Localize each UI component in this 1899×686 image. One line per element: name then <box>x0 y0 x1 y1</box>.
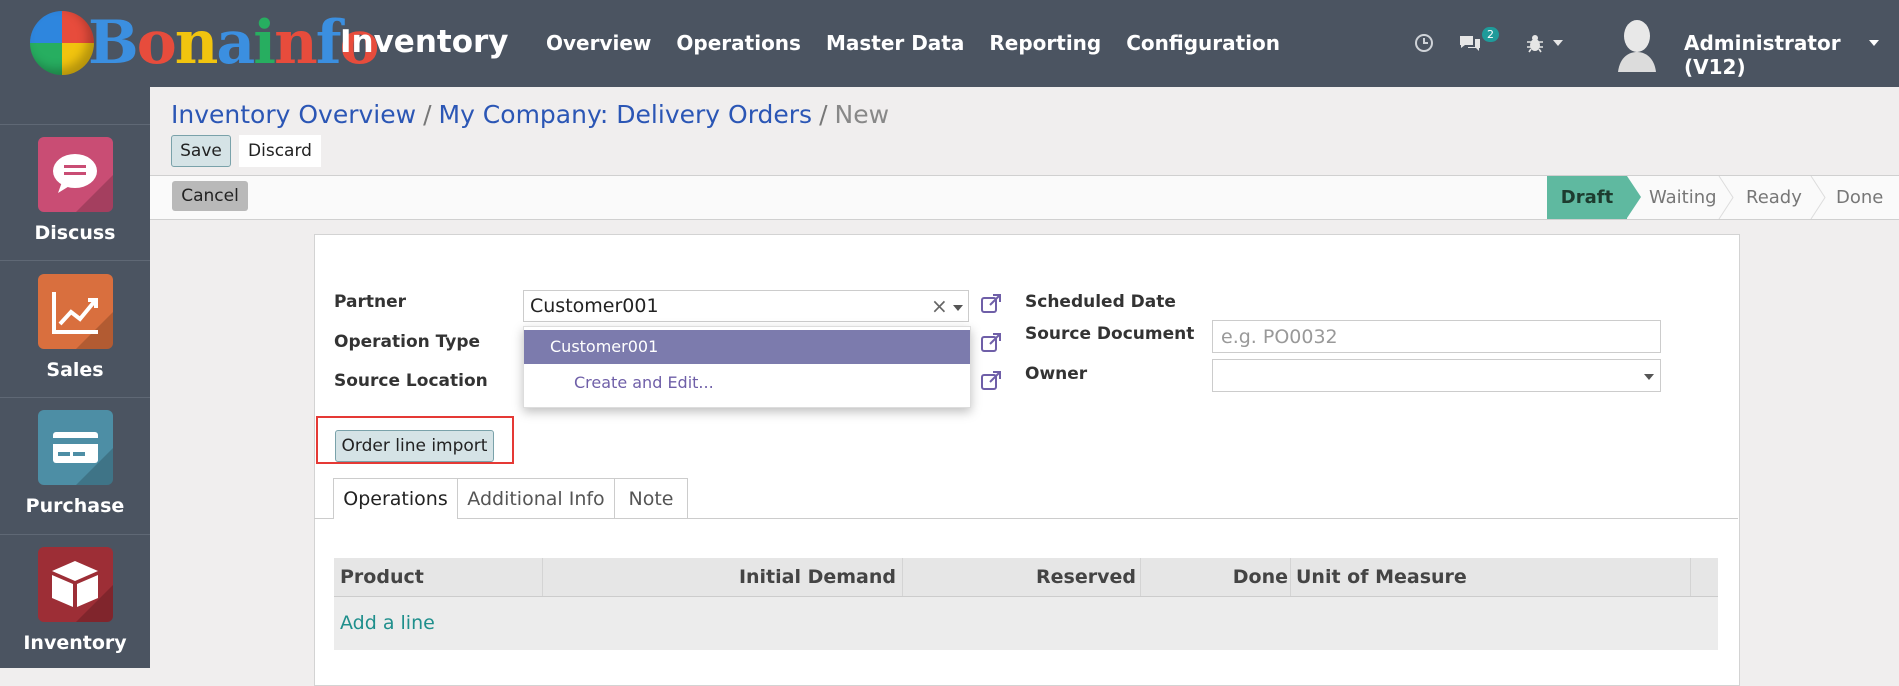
bonainfo-logo[interactable]: Bonainfo <box>30 8 380 78</box>
operations-table: Product Initial Demand Reserved Done Uni… <box>334 558 1718 650</box>
stage-chevron <box>1627 176 1641 218</box>
user-caret-icon[interactable] <box>1869 40 1879 46</box>
owner-select[interactable] <box>1212 359 1661 392</box>
discard-button[interactable]: Discard <box>239 135 321 167</box>
debug-caret-icon[interactable] <box>1553 40 1563 46</box>
scheduled-date-label: Scheduled Date <box>1025 292 1176 312</box>
table-header: Product Initial Demand Reserved Done Uni… <box>334 558 1718 597</box>
logo-text: Bonainfo <box>88 8 380 78</box>
app-sidebar: Discuss Sales Purchase Inventory <box>0 87 150 668</box>
source-document-input[interactable]: e.g. PO0032 <box>1212 320 1661 353</box>
cancel-button[interactable]: Cancel <box>172 181 248 211</box>
breadcrumb: Inventory Overview / My Company: Delivery … <box>171 100 889 129</box>
tab-additional-info[interactable]: Additional Info <box>458 478 615 518</box>
tab-operations[interactable]: Operations <box>333 478 458 519</box>
external-link-icon[interactable] <box>980 293 1002 315</box>
save-button[interactable]: Save <box>171 135 231 167</box>
breadcrumb-current: New <box>834 100 890 129</box>
sidebar-item-label: Purchase <box>25 495 125 517</box>
operation-type-label: Operation Type <box>334 332 481 352</box>
source-document-label: Source Document <box>1025 324 1195 344</box>
stage-done[interactable]: Done <box>1836 176 1886 219</box>
order-line-import-button[interactable]: Order line import <box>335 430 494 462</box>
tab-note[interactable]: Note <box>615 478 688 518</box>
create-and-edit-option[interactable]: Create and Edit... <box>574 373 714 392</box>
partner-autocomplete-dropdown: Customer001 Create and Edit... <box>523 326 971 408</box>
clock-icon[interactable] <box>1414 33 1434 53</box>
stage-chevron <box>1718 176 1734 219</box>
menu-master-data[interactable]: Master Data <box>826 31 964 55</box>
top-navbar: Bonainfo Inventory Overview Operations M… <box>0 0 1899 87</box>
owner-label: Owner <box>1025 364 1088 384</box>
box-icon <box>37 547 113 622</box>
owner-caret-icon[interactable] <box>1644 374 1654 380</box>
top-menu: Overview Operations Master Data Reportin… <box>546 31 1305 55</box>
partner-input[interactable]: Customer001 <box>523 290 969 322</box>
bug-icon[interactable] <box>1526 33 1544 53</box>
column-done[interactable]: Done <box>1142 558 1288 596</box>
clear-icon[interactable]: × <box>931 294 948 318</box>
breadcrumb-delivery-orders[interactable]: My Company: Delivery Orders <box>439 100 813 129</box>
chat-bubble-icon <box>37 137 113 212</box>
credit-card-icon <box>37 410 113 485</box>
trend-chart-icon <box>37 274 113 349</box>
column-unit-of-measure[interactable]: Unit of Measure <box>1296 558 1676 596</box>
breadcrumb-inventory-overview[interactable]: Inventory Overview <box>171 100 416 129</box>
stage-ready[interactable]: Ready <box>1746 176 1806 219</box>
avatar[interactable] <box>1616 18 1658 72</box>
sidebar-item-label: Inventory <box>23 632 127 654</box>
partner-dropdown-caret-icon[interactable] <box>953 305 963 311</box>
app-title[interactable]: Inventory <box>340 24 509 60</box>
menu-reporting[interactable]: Reporting <box>989 31 1101 55</box>
column-initial-demand[interactable]: Initial Demand <box>544 558 896 596</box>
stage-draft[interactable]: Draft <box>1547 176 1627 219</box>
column-reserved[interactable]: Reserved <box>904 558 1136 596</box>
stage-waiting[interactable]: Waiting <box>1649 176 1729 219</box>
sidebar-item-label: Discuss <box>34 222 116 244</box>
menu-configuration[interactable]: Configuration <box>1126 31 1280 55</box>
sidebar-item-sales[interactable]: Sales <box>0 274 150 381</box>
sidebar-item-purchase[interactable]: Purchase <box>0 410 150 517</box>
chat-badge: 2 <box>1482 27 1499 42</box>
sidebar-item-label: Sales <box>46 359 104 381</box>
logo-ball-icon <box>30 11 94 75</box>
stage-chevron <box>1810 176 1826 219</box>
menu-operations[interactable]: Operations <box>676 31 801 55</box>
user-name[interactable]: Administrator (V12) <box>1684 31 1899 79</box>
external-link-icon[interactable] <box>980 332 1002 354</box>
sidebar-item-inventory[interactable]: Inventory <box>0 547 150 654</box>
source-location-label: Source Location <box>334 371 488 391</box>
sidebar-item-discuss[interactable]: Discuss <box>0 137 150 244</box>
partner-label: Partner <box>334 292 407 312</box>
chat-icon[interactable] <box>1458 33 1482 53</box>
breadcrumb-separator: / <box>423 100 432 129</box>
column-product[interactable]: Product <box>340 558 540 596</box>
dropdown-option-customer001[interactable]: Customer001 <box>524 330 970 364</box>
breadcrumb-separator: / <box>819 100 828 129</box>
menu-overview[interactable]: Overview <box>546 31 651 55</box>
external-link-icon[interactable] <box>980 370 1002 392</box>
add-line-link[interactable]: Add a line <box>340 612 435 634</box>
